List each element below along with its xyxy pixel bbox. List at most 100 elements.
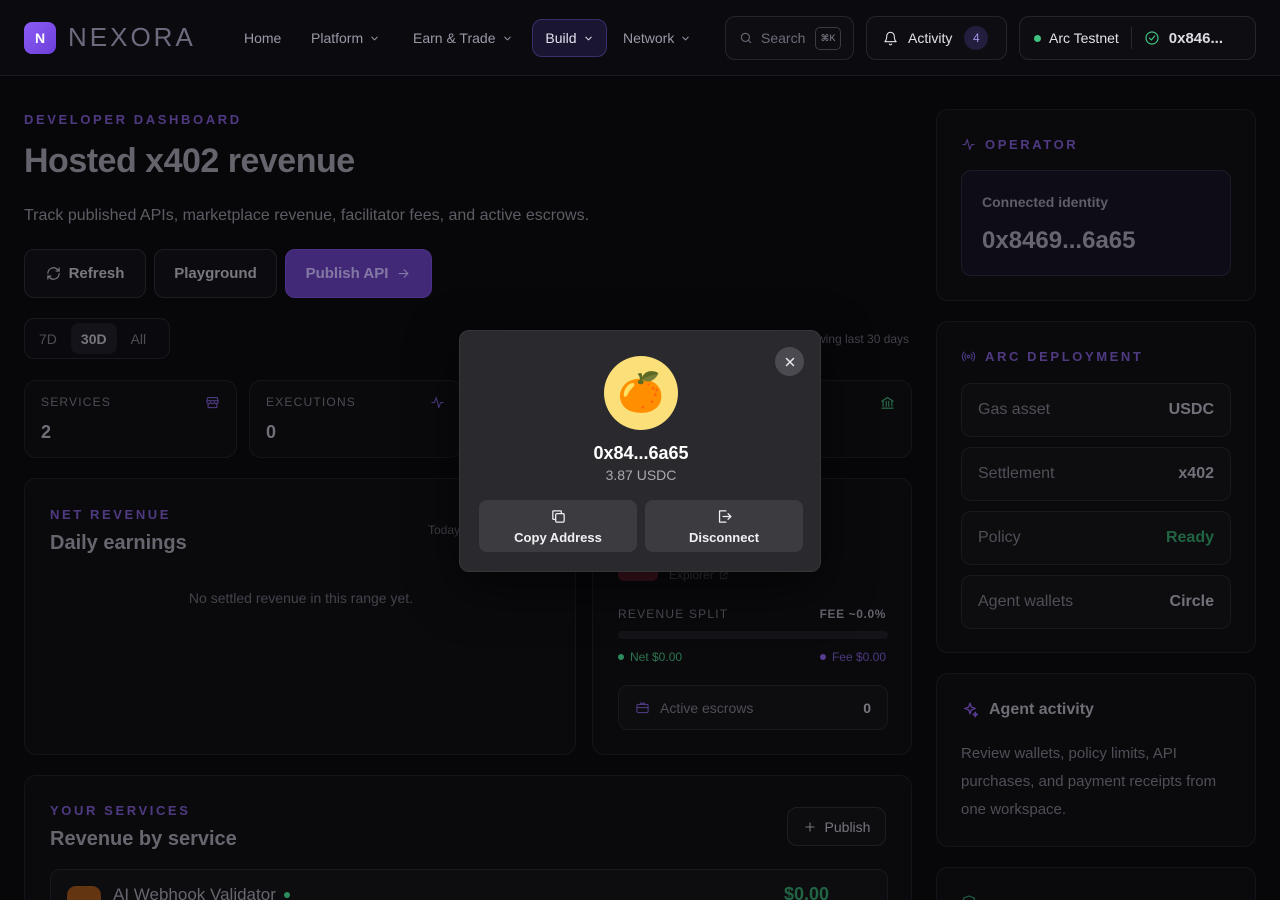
deployment-eyebrow: ARC DEPLOYMENT — [985, 349, 1144, 364]
briefcase-icon — [636, 702, 649, 714]
nav-network[interactable]: Network — [623, 30, 691, 46]
wallet-modal: 🍊 0x84...6a65 3.87 USDC Copy Address Dis… — [459, 330, 821, 572]
logo-initial: N — [34, 30, 46, 46]
logo-wordmark[interactable]: NEXORA — [68, 22, 196, 53]
publish-label: Publish — [824, 818, 871, 835]
search-input[interactable]: Search ⌘K — [725, 16, 854, 60]
agent-wallets-key: Agent wallets — [978, 593, 1074, 610]
disconnect-label: Disconnect — [688, 529, 760, 545]
stat-services: SERVICES 2 — [24, 380, 237, 458]
connected-identity: Connected identity 0x8469...6a65 — [961, 170, 1231, 276]
range-30d[interactable]: 30D — [70, 323, 117, 354]
range-all[interactable]: All — [121, 323, 157, 354]
disconnect-button[interactable]: Disconnect — [645, 500, 803, 552]
network-wallet-pill[interactable]: Arc Testnet 0x846... — [1019, 16, 1256, 60]
active-escrows-value: 0 — [863, 699, 871, 716]
net-revenue-range: Today — [428, 523, 461, 537]
chevron-down-icon — [584, 36, 592, 40]
shield-icon — [963, 895, 975, 900]
fee-percent: FEE ~0.0% — [819, 607, 886, 621]
settlement-row: Settlement x402 — [961, 447, 1231, 501]
nav-platform-label: Platform — [311, 30, 364, 46]
net-revenue-title: Daily earnings — [50, 532, 187, 554]
arc-deployment-card: ARC DEPLOYMENT Gas asset USDC Settlement… — [936, 321, 1256, 653]
service-name: AI Webhook Validator — [113, 885, 290, 900]
net-amount: Net $0.00 — [618, 650, 682, 664]
broadcast-icon — [961, 351, 976, 362]
agent-activity-title: Agent activity — [989, 701, 1094, 718]
arrow-right-icon — [398, 269, 409, 278]
nav-home[interactable]: Home — [244, 30, 281, 46]
refresh-label: Refresh — [68, 265, 125, 282]
bank-icon — [881, 396, 894, 409]
services-title: Revenue by service — [50, 828, 237, 850]
page-eyebrow: DEVELOPER DASHBOARD — [24, 112, 242, 127]
wallet-address-short: 0x846... — [1168, 29, 1223, 47]
stat-value: 0 — [266, 422, 277, 442]
settlement-key: Settlement — [978, 465, 1055, 482]
modal-address: 0x84...6a65 — [593, 443, 689, 463]
copy-address-button[interactable]: Copy Address — [479, 500, 637, 552]
operator-eyebrow: OPERATOR — [985, 137, 1079, 152]
active-escrows-row[interactable]: Active escrows 0 — [618, 685, 888, 730]
search-placeholder: Search — [761, 30, 806, 46]
service-row[interactable]: AI Webhook Validator $0.00 — [50, 869, 888, 900]
nav-build[interactable]: Build — [532, 19, 607, 57]
agent-wallets-value: Circle — [1169, 593, 1214, 610]
service-icon — [67, 886, 101, 900]
stat-label: EXECUTIONS — [266, 395, 357, 409]
agent-wallets-row: Agent wallets Circle — [961, 575, 1231, 629]
services-eyebrow: YOUR SERVICES — [50, 803, 191, 818]
logo-badge[interactable]: N — [24, 22, 56, 54]
agent-activity-card: Agent activity Review wallets, policy li… — [936, 673, 1256, 847]
net-revenue-empty: No settled revenue in this range yet. — [188, 590, 414, 606]
fee-dot — [819, 654, 826, 660]
sparkles-icon — [964, 702, 979, 718]
nav-platform[interactable]: Platform — [311, 30, 380, 46]
service-status-dot — [283, 892, 290, 898]
agent-activity-header: Agent activity — [961, 701, 1094, 719]
activity-pulse-icon — [431, 396, 444, 409]
service-amount: $0.00 — [783, 884, 829, 900]
divider — [1130, 27, 1132, 49]
gas-asset-value: USDC — [1168, 401, 1214, 418]
net-dot — [618, 654, 624, 660]
identity-value: 0x8469...6a65 — [982, 227, 1136, 254]
settlement-value: x402 — [1178, 465, 1214, 482]
playground-button[interactable]: Playground — [154, 249, 277, 298]
nav-earn-trade-label: Earn & Trade — [413, 30, 496, 46]
chevron-down-icon — [682, 36, 690, 40]
fee-amount-label: Fee $0.00 — [831, 650, 886, 664]
search-shortcut: ⌘K — [815, 27, 841, 50]
bell-icon — [884, 31, 897, 45]
fee-amount: Fee $0.00 — [819, 650, 886, 664]
net-amount-label: Net $0.00 — [630, 650, 683, 664]
range-7d[interactable]: 7D — [29, 323, 67, 354]
gas-asset-row: Gas asset USDC — [961, 383, 1231, 437]
close-button[interactable] — [775, 347, 804, 376]
range-note: wing last 30 days — [817, 332, 910, 346]
search-icon — [740, 32, 752, 44]
revenue-split-label: REVENUE SPLIT — [618, 607, 729, 621]
playground-label: Playground — [174, 265, 257, 282]
nav-home-label: Home — [244, 30, 282, 46]
store-icon — [206, 396, 219, 409]
modal-balance: 3.87 USDC — [605, 467, 677, 483]
logout-icon — [718, 509, 732, 523]
refresh-button[interactable]: Refresh — [24, 249, 146, 298]
stat-executions: EXECUTIONS 0 — [249, 380, 462, 458]
activity-pulse-icon — [962, 138, 975, 151]
nav-earn-trade[interactable]: Earn & Trade — [413, 30, 513, 46]
refresh-icon — [46, 267, 60, 280]
plus-icon — [804, 821, 815, 832]
next-card-partial — [936, 867, 1256, 900]
activity-label: Activity — [908, 30, 953, 46]
close-icon — [785, 357, 794, 366]
publish-api-button[interactable]: Publish API — [285, 249, 432, 298]
active-escrows-label: Active escrows — [660, 699, 754, 716]
activity-button[interactable]: Activity 4 — [866, 16, 1007, 60]
publish-button[interactable]: Publish — [787, 807, 886, 846]
revenue-split-bar — [618, 631, 888, 639]
policy-key: Policy — [978, 529, 1021, 546]
policy-row: Policy Ready — [961, 511, 1231, 565]
